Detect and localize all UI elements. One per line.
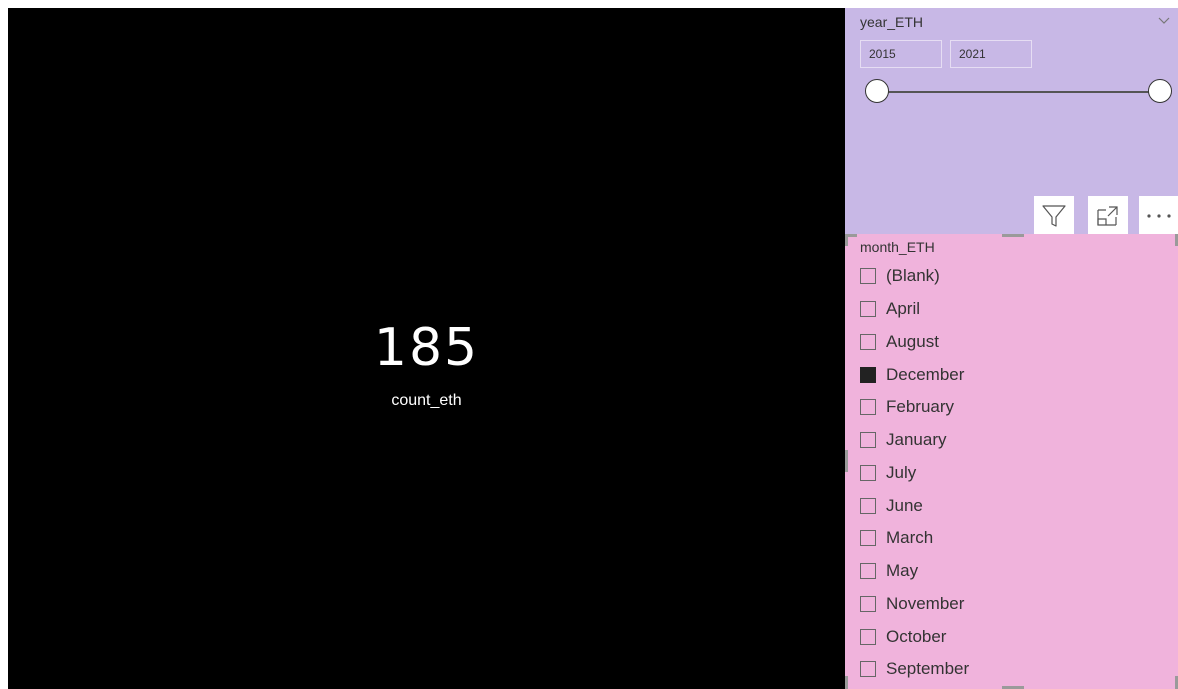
- month-item[interactable]: September: [860, 653, 969, 686]
- month-label: May: [886, 561, 919, 581]
- checkbox-checked[interactable]: [860, 366, 876, 383]
- year-start-input[interactable]: 2015: [860, 40, 942, 68]
- month-item[interactable]: March: [860, 522, 969, 555]
- year-end-input[interactable]: 2021: [950, 40, 1032, 68]
- card-visual[interactable]: 185 count_eth: [8, 8, 845, 689]
- year-slicer-title: year_ETH: [860, 14, 924, 30]
- checkbox[interactable]: [860, 301, 876, 318]
- year-slider-start-handle[interactable]: [865, 79, 889, 103]
- card-label: count_eth: [391, 392, 462, 409]
- resize-handle[interactable]: [845, 234, 857, 237]
- checkbox[interactable]: [860, 661, 876, 678]
- checkbox[interactable]: [860, 399, 876, 416]
- checkbox[interactable]: [860, 595, 876, 612]
- checkbox[interactable]: [860, 530, 876, 547]
- month-item[interactable]: December: [860, 358, 969, 391]
- month-label: February: [886, 397, 955, 417]
- month-label: January: [886, 430, 947, 450]
- more-options-button[interactable]: [1139, 196, 1178, 236]
- month-list: (Blank) April August December February J…: [860, 260, 969, 686]
- month-item[interactable]: February: [860, 391, 969, 424]
- month-label: October: [886, 626, 947, 646]
- month-label: April: [886, 299, 921, 319]
- checkbox[interactable]: [860, 563, 876, 580]
- filter-button[interactable]: [1034, 196, 1074, 236]
- month-item[interactable]: May: [860, 555, 969, 588]
- month-slicer-title: month_ETH: [860, 239, 935, 255]
- month-slicer[interactable]: month_ETH (Blank) April August December …: [845, 234, 1178, 689]
- month-label: December: [886, 364, 965, 384]
- checkbox[interactable]: [860, 628, 876, 645]
- month-item[interactable]: October: [860, 620, 969, 653]
- card-value: 185: [373, 318, 480, 378]
- month-label: September: [886, 659, 970, 679]
- month-item[interactable]: August: [860, 326, 969, 359]
- focus-mode-button[interactable]: [1088, 196, 1128, 236]
- month-item[interactable]: July: [860, 457, 969, 490]
- report-canvas: 185 count_eth year_ETH 2015 2021 month_E…: [0, 0, 1178, 689]
- month-label: November: [886, 593, 965, 613]
- month-item[interactable]: April: [860, 293, 969, 326]
- resize-handle[interactable]: [845, 676, 848, 689]
- year-slider-track[interactable]: [878, 91, 1160, 93]
- year-slicer[interactable]: year_ETH 2015 2021: [845, 8, 1178, 236]
- month-label: March: [886, 528, 934, 548]
- month-label: (Blank): [886, 266, 940, 286]
- month-label: August: [886, 331, 939, 351]
- month-item[interactable]: June: [860, 489, 969, 522]
- focus-mode-icon: [1097, 206, 1118, 226]
- month-label: July: [886, 462, 917, 482]
- month-item[interactable]: November: [860, 588, 969, 621]
- checkbox[interactable]: [860, 497, 876, 514]
- resize-handle[interactable]: [1002, 234, 1024, 237]
- filter-icon: [1042, 205, 1066, 227]
- year-slider-end-handle[interactable]: [1148, 79, 1172, 103]
- month-item[interactable]: (Blank): [860, 260, 969, 293]
- month-item[interactable]: January: [860, 424, 969, 457]
- more-options-icon: [1147, 214, 1171, 218]
- checkbox[interactable]: [860, 333, 876, 350]
- chevron-down-icon[interactable]: [1156, 13, 1172, 27]
- resize-handle[interactable]: [845, 450, 848, 472]
- checkbox[interactable]: [860, 432, 876, 449]
- checkbox[interactable]: [860, 268, 876, 285]
- month-label: June: [886, 495, 923, 515]
- checkbox[interactable]: [860, 464, 876, 481]
